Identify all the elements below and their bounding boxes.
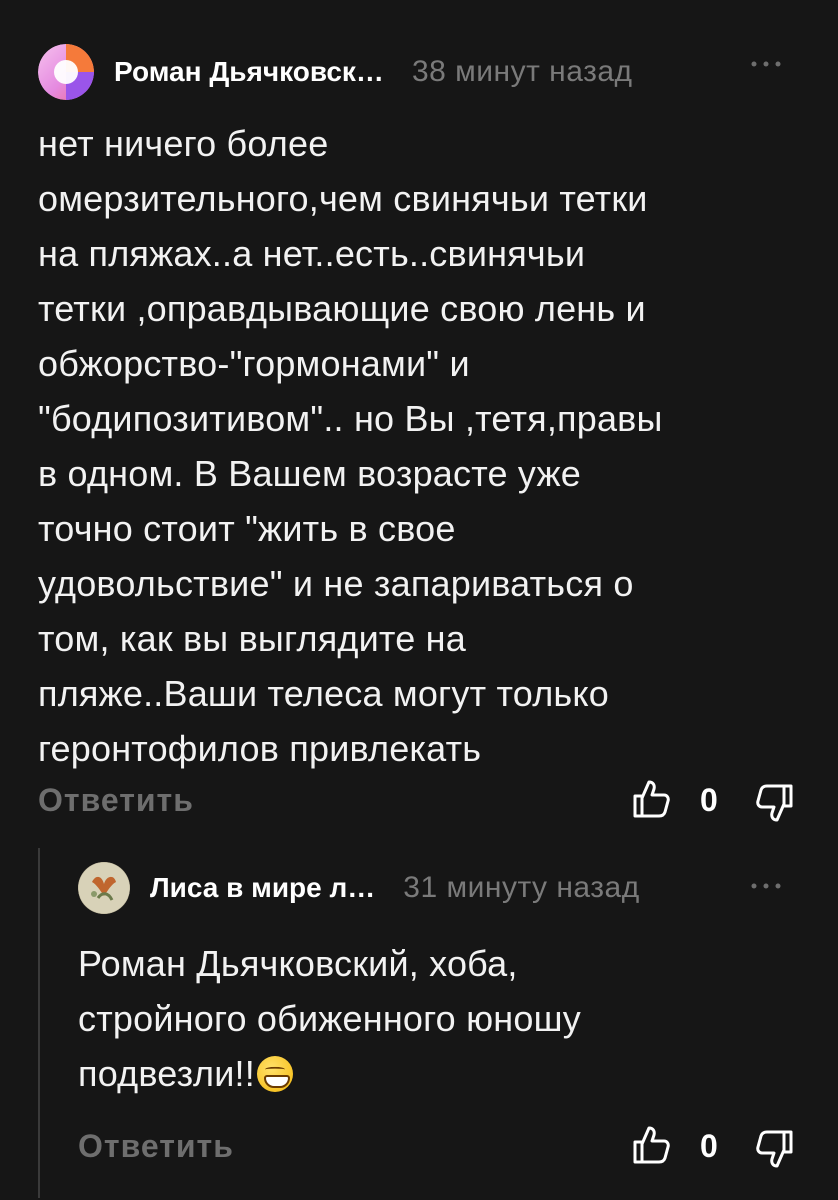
comment-text-content: Роман Дьячковский, хоба, стройного обиже… xyxy=(78,943,581,1094)
comment-actions: Ответить 0 xyxy=(0,776,838,826)
comment-header: Лиса в мире л… 31 минуту назад xyxy=(78,860,640,916)
more-dots-icon[interactable] xyxy=(748,54,788,74)
comment-text: нет ничего более омерзительного,чем свин… xyxy=(38,123,663,769)
comment-actions: Ответить 0 xyxy=(0,1122,838,1172)
grinning-face-emoji-icon xyxy=(256,1056,293,1092)
thumbs-up-icon[interactable] xyxy=(632,1124,670,1166)
like-count: 0 xyxy=(700,782,718,818)
comment-text: Роман Дьячковский, хоба, стройного обиже… xyxy=(78,936,808,1101)
reply-button[interactable]: Ответить xyxy=(38,782,194,819)
like-count: 0 xyxy=(700,1128,718,1164)
author-name[interactable]: Лиса в мире л… xyxy=(150,872,375,904)
more-dots-icon[interactable] xyxy=(748,876,788,896)
avatar[interactable] xyxy=(38,44,94,100)
timestamp: 38 минут назад xyxy=(411,55,633,88)
reply-button[interactable]: Ответить xyxy=(78,1128,234,1165)
avatar[interactable] xyxy=(78,862,130,914)
comment-header: Роман Дьячковск… 38 минут назад xyxy=(38,40,633,104)
thumbs-down-icon[interactable] xyxy=(756,782,794,824)
thumbs-down-icon[interactable] xyxy=(756,1128,794,1170)
timestamp: 31 минуту назад xyxy=(403,871,640,904)
thumbs-up-icon[interactable] xyxy=(632,778,670,820)
author-name[interactable]: Роман Дьячковск… xyxy=(114,56,384,88)
